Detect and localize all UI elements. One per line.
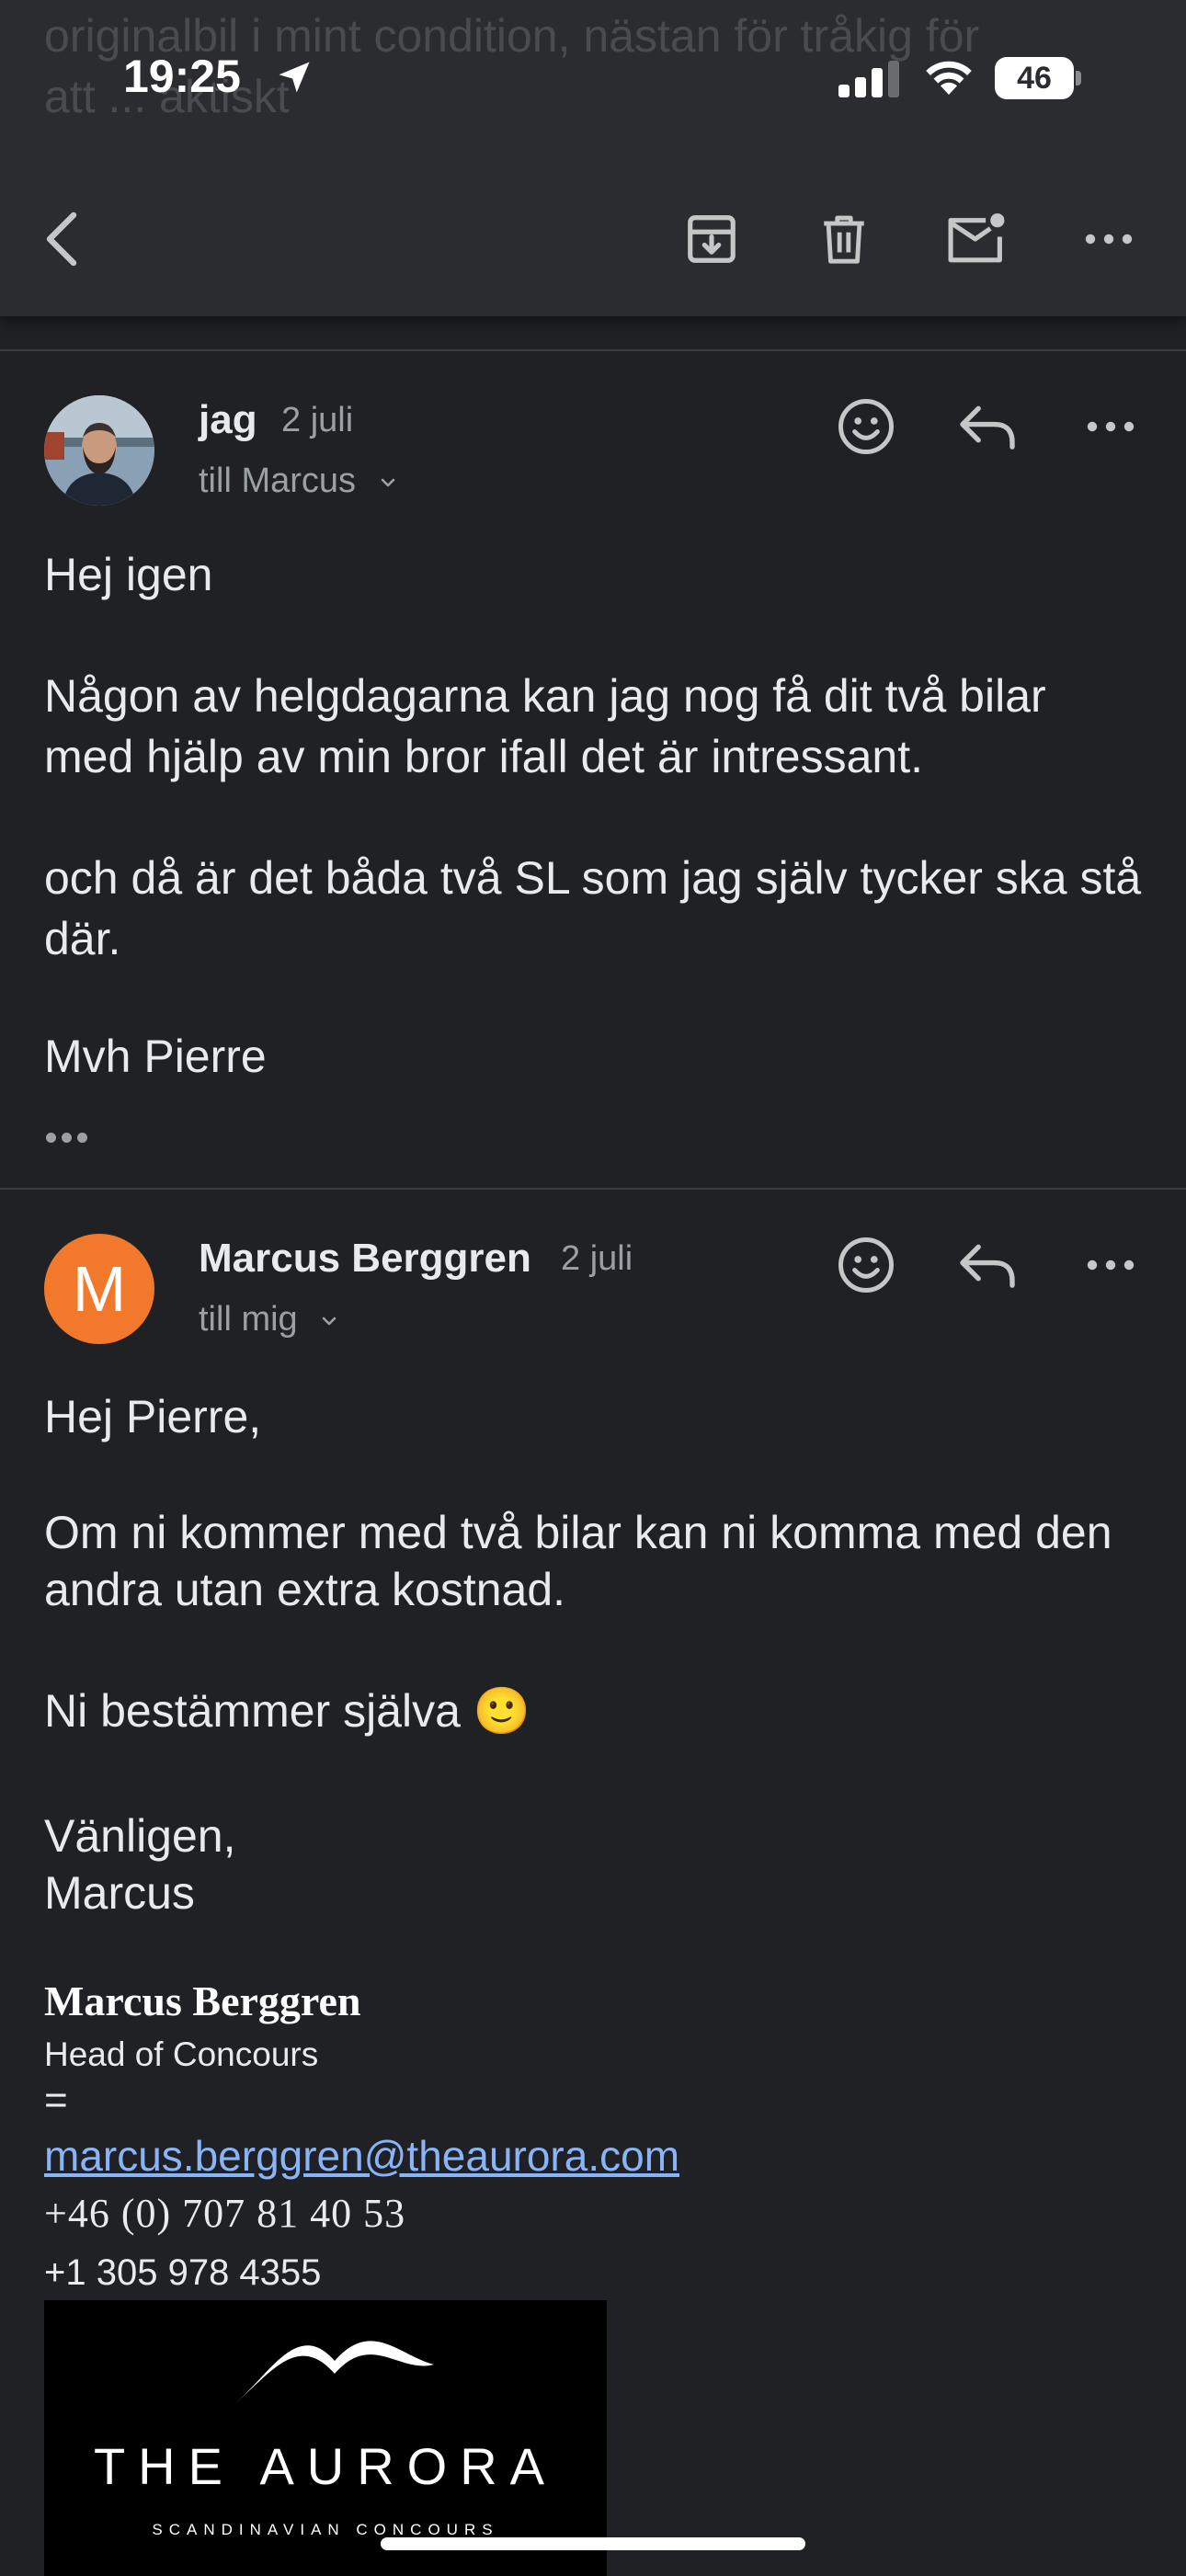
- message-body-paragraph: och då är det båda två SL som jag själv …: [44, 852, 1142, 964]
- message-date: 2 juli: [281, 401, 354, 439]
- more-horizontal-icon: [1085, 234, 1133, 245]
- react-emoji-button[interactable]: [829, 390, 903, 463]
- recipient-details-toggle[interactable]: till Marcus: [199, 462, 399, 501]
- archive-button[interactable]: [677, 204, 747, 274]
- message-body-line: Hej Pierre,: [44, 1391, 262, 1442]
- profile-photo-icon: [44, 395, 154, 506]
- message-body-closing: Mvh Pierre: [44, 1031, 267, 1082]
- message-body-paragraph: Någon av helgdagarna kan jag nog få dit …: [44, 670, 1046, 782]
- sender-name: Marcus Berggren: [199, 1236, 531, 1281]
- chevron-down-icon: [381, 478, 394, 487]
- location-arrow-icon: [279, 62, 310, 93]
- message-more-button[interactable]: [1074, 390, 1147, 463]
- wifi-icon: [926, 61, 972, 95]
- signature-title: Head of Concours: [44, 2035, 319, 2073]
- more-options-button[interactable]: [1074, 204, 1144, 274]
- chevron-down-icon: [322, 1316, 336, 1326]
- logo-wordmark: THE AURORA: [93, 2437, 558, 2495]
- message-body-line: Hej igen: [44, 549, 213, 600]
- react-emoji-button[interactable]: [829, 1228, 903, 1302]
- signature-phone-link[interactable]: +46 (0) 707 81 40 53: [44, 2190, 405, 2237]
- trash-icon: [824, 215, 864, 264]
- company-logo: THE AURORA SCANDINAVIAN CONCOURS: [44, 2300, 607, 2576]
- status-time: 19:25: [123, 51, 241, 102]
- recipient-label: till Marcus: [199, 462, 357, 500]
- battery-level: 46: [1017, 61, 1052, 96]
- more-horizontal-icon: [1087, 1260, 1135, 1271]
- signature-name: Marcus Berggren: [44, 1978, 361, 2024]
- delete-button[interactable]: [809, 204, 879, 274]
- avatar[interactable]: M: [44, 1234, 154, 1344]
- archive-icon: [688, 215, 736, 263]
- message-date: 2 juli: [561, 1239, 633, 1278]
- avatar[interactable]: [44, 395, 154, 506]
- recipient-details-toggle[interactable]: till mig: [199, 1300, 340, 1339]
- aurora-wave-logo-icon: [235, 2341, 434, 2403]
- message-body-paragraph: Om ni kommer med två bilar kan ni komma …: [44, 1507, 1112, 1615]
- cellular-signal-icon: [838, 61, 899, 97]
- chevron-left-icon: [46, 211, 77, 267]
- reply-icon: [960, 405, 1015, 450]
- show-trimmed-content-button[interactable]: [46, 1133, 87, 1143]
- reply-button[interactable]: [951, 390, 1024, 463]
- signature-email-link[interactable]: marcus.berggren@theaurora.com: [44, 2131, 679, 2181]
- reply-button[interactable]: [951, 1228, 1024, 1302]
- more-horizontal-icon: [1087, 421, 1135, 432]
- mail-unread-icon: [948, 213, 1005, 263]
- back-button[interactable]: [28, 204, 97, 274]
- message-divider: [0, 1188, 1186, 1190]
- top-toolbar: originalbil i mint condition, nästan för…: [0, 0, 1186, 316]
- message-body-closing: Vänligen, Marcus: [44, 1810, 236, 1919]
- message-divider: [0, 349, 1186, 351]
- message-more-button[interactable]: [1074, 1228, 1147, 1302]
- logo-tagline: SCANDINAVIAN CONCOURS: [152, 2521, 499, 2538]
- mark-unread-button[interactable]: [941, 204, 1011, 274]
- recipient-label: till mig: [199, 1300, 298, 1339]
- avatar-letter: M: [72, 1253, 127, 1325]
- battery-indicator: 46: [995, 57, 1083, 99]
- reply-icon: [960, 1244, 1015, 1288]
- signature-separator: =: [44, 2078, 68, 2123]
- sender-name: jag: [199, 397, 257, 442]
- signature-phone-link[interactable]: +1 305 978 4355: [44, 2252, 321, 2294]
- message-body-line: Ni bestämmer själva 🙂: [44, 1685, 531, 1737]
- smiley-icon: [838, 399, 894, 454]
- smiley-icon: [838, 1237, 894, 1293]
- home-indicator[interactable]: [381, 2537, 805, 2550]
